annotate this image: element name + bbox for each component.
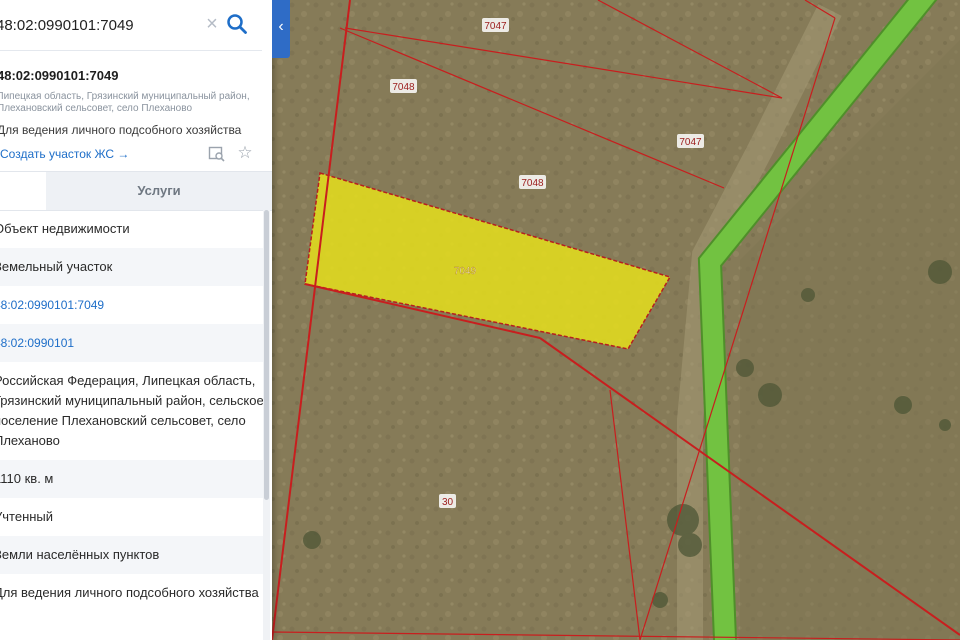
attr-row-status: Учтенный <box>0 509 54 524</box>
clear-icon[interactable]: × <box>202 14 222 34</box>
attr-row-cadastral-number[interactable]: 48:02:0990101:7049 <box>0 286 264 324</box>
parcel-title: 48:02:0990101:7049 <box>0 68 119 83</box>
svg-text:7049: 7049 <box>454 266 477 277</box>
address-line-2: Плехановский сельсовет, село Плеханово <box>0 103 193 114</box>
attr-row-object-type: Объект недвижимости <box>0 221 130 236</box>
info-panel: × 48:02:0990101:7049 Липецкая область, Г… <box>0 0 272 640</box>
attr-row-cadastral-quarter[interactable]: 48:02:0990101 <box>0 324 264 362</box>
attr-row-address: Российская Федерация, Липецкая область, … <box>0 373 264 448</box>
address-line-1: Липецкая область, Грязинский муниципальн… <box>0 91 250 102</box>
parcel-label-7048-mid: 7048 <box>519 175 546 189</box>
tab-services[interactable]: Услуги <box>46 172 272 210</box>
scrollbar-track[interactable] <box>263 210 270 640</box>
svg-text:7047: 7047 <box>679 137 702 148</box>
svg-text:7047: 7047 <box>484 21 507 32</box>
parcel-use: Для ведения личного подсобного хозяйства <box>0 123 242 137</box>
attr-row-permitted-use: Для ведения личного подсобного хозяйства <box>0 585 259 600</box>
search-input[interactable] <box>0 12 191 38</box>
preview-icon[interactable] <box>208 145 226 163</box>
svg-text:30: 30 <box>442 497 454 508</box>
search-bar: × <box>0 0 262 51</box>
tab-info[interactable] <box>0 172 46 210</box>
attribute-list: Объект недвижимости Земельный участок 48… <box>0 210 264 612</box>
parcel-label-7047-top: 7047 <box>482 18 509 32</box>
collapse-panel-button[interactable]: ‹ <box>272 0 290 58</box>
scrollbar-thumb[interactable] <box>264 210 269 500</box>
parcel-label-30: 30 <box>439 494 456 508</box>
attr-row-kind: Земельный участок <box>0 248 264 286</box>
search-icon[interactable] <box>226 12 248 36</box>
parcel-label-7049: 7049 <box>454 266 477 277</box>
svg-text:7048: 7048 <box>521 178 544 189</box>
parcel-label-7048-top: 7048 <box>390 79 417 93</box>
chevron-left-icon[interactable]: ‹ <box>275 17 287 37</box>
attr-row-category: Земли населённых пунктов <box>0 536 264 574</box>
favorite-star-icon[interactable]: ☆ <box>236 144 254 162</box>
create-plot-link[interactable]: Создать участок ЖС → <box>0 147 129 161</box>
attr-row-area: 1110 кв. м <box>0 460 264 498</box>
tabs: Услуги <box>0 171 272 211</box>
parcel-address: Липецкая область, Грязинский муниципальн… <box>0 91 257 115</box>
svg-text:7048: 7048 <box>392 82 415 93</box>
parcel-label-7047-right: 7047 <box>677 134 704 148</box>
